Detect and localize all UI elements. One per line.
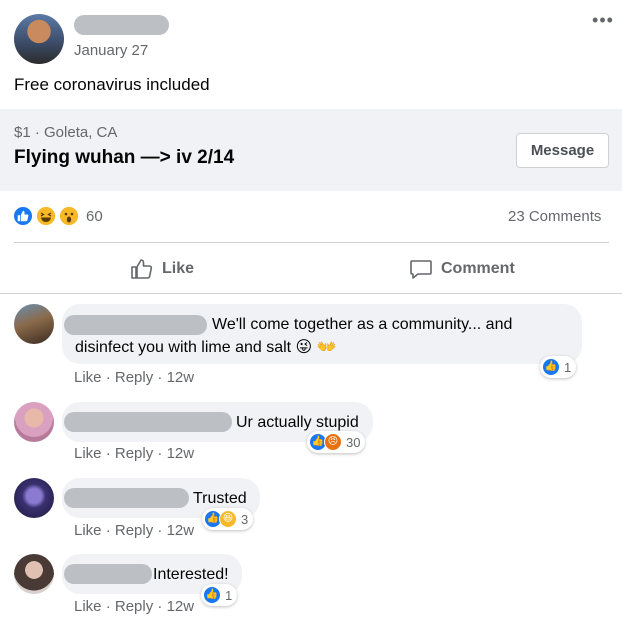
comment-label: Comment bbox=[441, 260, 515, 277]
post-text: Free coronavirus included bbox=[14, 75, 210, 94]
comment-time[interactable]: 12w bbox=[167, 598, 195, 615]
commenter-avatar[interactable] bbox=[14, 478, 54, 518]
comment-actions: Like · Reply · 12w bbox=[74, 369, 195, 386]
comment-reply-link[interactable]: Reply bbox=[115, 598, 153, 615]
comment-reaction-badge[interactable]: 👍 1 bbox=[540, 356, 577, 378]
comment-reply-link[interactable]: Reply bbox=[115, 445, 153, 462]
comment-time[interactable]: 12w bbox=[167, 445, 195, 462]
like-icon[interactable] bbox=[12, 205, 34, 227]
reaction-count: 3 bbox=[241, 511, 249, 527]
comment-like-link[interactable]: Like bbox=[74, 369, 102, 386]
redacted-commenter-name bbox=[64, 488, 189, 508]
comment-reply-link[interactable]: Reply bbox=[115, 369, 153, 386]
comment-actions: Like · Reply · 12w bbox=[74, 598, 195, 615]
like-label: Like bbox=[162, 260, 195, 277]
comment-like-link[interactable]: Like bbox=[74, 522, 102, 539]
redacted-commenter-name bbox=[64, 412, 232, 432]
comments-count[interactable]: 23 Comments bbox=[508, 208, 601, 225]
comment-reply-link[interactable]: Reply bbox=[115, 522, 153, 539]
divider bbox=[14, 242, 609, 243]
thumbs-up-icon bbox=[131, 259, 153, 279]
comment-time[interactable]: 12w bbox=[167, 522, 195, 539]
like-button[interactable]: Like bbox=[130, 254, 194, 284]
redacted-commenter-name bbox=[64, 564, 152, 584]
comment-actions: Like · Reply · 12w bbox=[74, 445, 195, 462]
message-button[interactable]: Message bbox=[516, 133, 609, 168]
reaction-count: 1 bbox=[564, 359, 572, 375]
comment-bubble-icon bbox=[410, 260, 432, 279]
comment-button[interactable]: Comment bbox=[409, 254, 515, 284]
redacted-author-name bbox=[74, 15, 169, 35]
comment-like-link[interactable]: Like bbox=[74, 598, 102, 615]
post-date[interactable]: January 27 bbox=[74, 42, 148, 59]
comment-text: Interested! bbox=[153, 566, 229, 583]
commenter-avatar[interactable] bbox=[14, 402, 54, 442]
haha-icon: 😆 bbox=[219, 510, 237, 528]
commenter-avatar[interactable] bbox=[14, 304, 54, 344]
comment-text: Trusted bbox=[193, 490, 247, 507]
listing-price-location: $1 · Goleta, CA bbox=[14, 124, 118, 141]
comment-time[interactable]: 12w bbox=[167, 369, 195, 386]
haha-icon[interactable] bbox=[35, 205, 57, 227]
like-icon: 👍 bbox=[203, 586, 221, 604]
comment-reaction-badge[interactable]: 👍 😆 3 bbox=[202, 508, 254, 530]
redacted-commenter-name bbox=[64, 315, 207, 335]
comment-like-link[interactable]: Like bbox=[74, 445, 102, 462]
angry-icon: 😠 bbox=[324, 433, 342, 451]
reaction-count[interactable]: 60 bbox=[86, 208, 103, 225]
comment-text: Ur actually stupid bbox=[236, 414, 359, 431]
comment-actions: Like · Reply · 12w bbox=[74, 522, 195, 539]
post-author-avatar[interactable] bbox=[14, 14, 64, 64]
comment-reaction-badge[interactable]: 👍 😠 30 bbox=[307, 431, 366, 453]
listing-title: Flying wuhan —> iv 2/14 bbox=[14, 147, 235, 168]
comment-text: We'll come together as a community... an… bbox=[212, 316, 513, 333]
divider bbox=[0, 293, 622, 294]
more-horizontal-icon[interactable]: ••• bbox=[588, 10, 618, 30]
commenter-avatar[interactable] bbox=[14, 554, 54, 594]
comment-reaction-badge[interactable]: 👍 1 bbox=[201, 584, 238, 606]
reaction-count: 1 bbox=[225, 587, 233, 603]
wow-icon[interactable] bbox=[58, 205, 80, 227]
comment-text-line2: disinfect you with lime and salt 😜 👐 bbox=[75, 339, 337, 356]
like-icon: 👍 bbox=[542, 358, 560, 376]
reaction-count: 30 bbox=[346, 434, 361, 450]
